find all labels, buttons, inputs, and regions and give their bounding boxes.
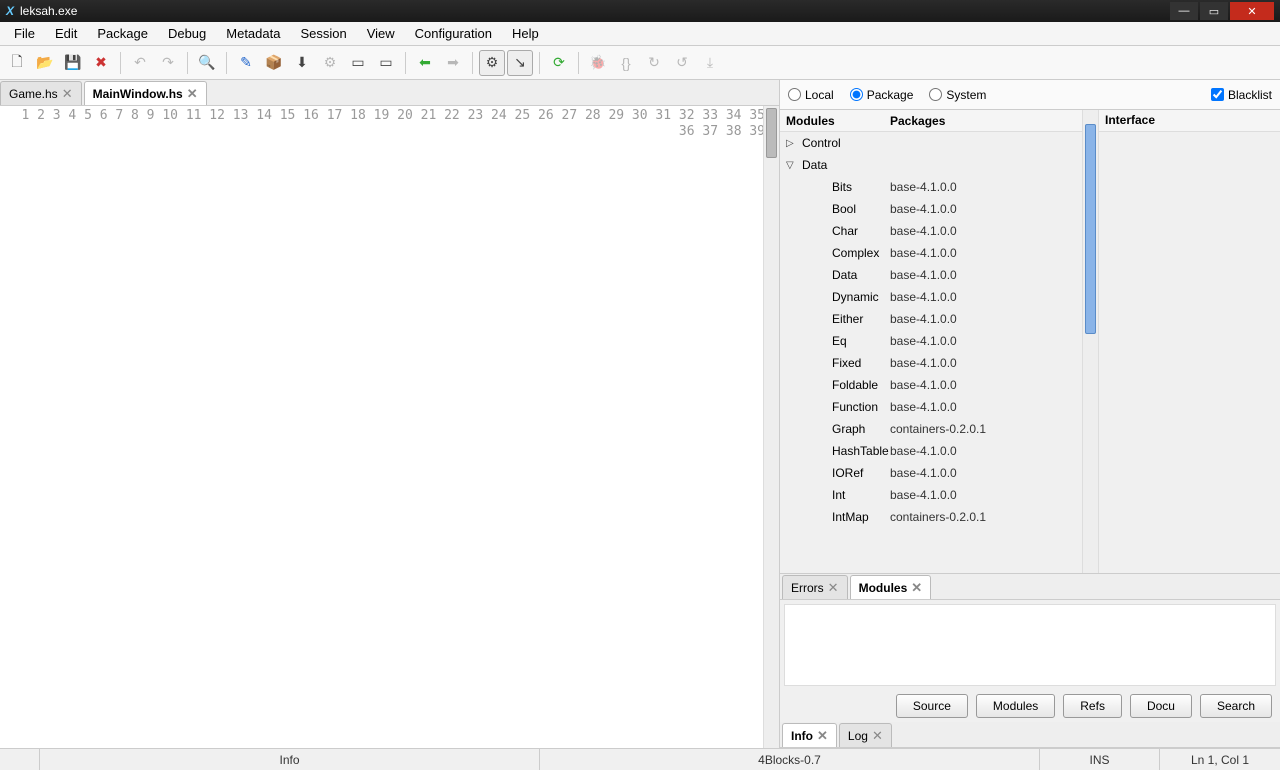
doc-icon[interactable]: ▭ bbox=[345, 50, 371, 76]
interface-column: Interface bbox=[1098, 110, 1280, 573]
tree-row[interactable]: Bitsbase-4.1.0.0 bbox=[780, 176, 1082, 198]
menu-file[interactable]: File bbox=[4, 24, 45, 43]
status-bar: Info 4Blocks-0.7 INS Ln 1, Col 1 bbox=[0, 748, 1280, 770]
gear2-icon[interactable]: ↘ bbox=[507, 50, 533, 76]
tab-log[interactable]: Log✕ bbox=[839, 723, 892, 747]
toolbar: 🗋 📂 💾 ✖ ↶ ↷ 🔍 ✎ 📦 ⬇ ⚙ ▭ ▭ ⬅ ➡ ⚙ ↘ ⟳ 🐞 {}… bbox=[0, 46, 1280, 80]
tree-row[interactable]: Foldablebase-4.1.0.0 bbox=[780, 374, 1082, 396]
menu-view[interactable]: View bbox=[357, 24, 405, 43]
minimize-button[interactable]: — bbox=[1170, 2, 1198, 20]
status-info: Info bbox=[40, 749, 540, 770]
undo-icon[interactable]: ↶ bbox=[127, 50, 153, 76]
config-icon[interactable]: ▭ bbox=[373, 50, 399, 76]
redo-icon[interactable]: ↷ bbox=[155, 50, 181, 76]
code-editor[interactable]: 1 2 3 4 5 6 7 8 9 10 11 12 13 14 15 16 1… bbox=[0, 106, 779, 748]
tree-row[interactable]: Database-4.1.0.0 bbox=[780, 264, 1082, 286]
tab-game[interactable]: Game.hs✕ bbox=[0, 81, 82, 105]
modules-button[interactable]: Modules bbox=[976, 694, 1055, 718]
clean-icon[interactable]: ✎ bbox=[233, 50, 259, 76]
info-panel bbox=[784, 604, 1276, 686]
close-icon[interactable]: ✕ bbox=[62, 86, 73, 102]
continue-icon[interactable]: ⤓ bbox=[697, 50, 723, 76]
stepout-icon[interactable]: ↺ bbox=[669, 50, 695, 76]
menu-debug[interactable]: Debug bbox=[158, 24, 216, 43]
tree-row[interactable]: HashTablebase-4.1.0.0 bbox=[780, 440, 1082, 462]
menu-help[interactable]: Help bbox=[502, 24, 549, 43]
tab-mainwindow[interactable]: MainWindow.hs✕ bbox=[84, 81, 207, 105]
tree-row[interactable]: IntMapcontainers-0.2.0.1 bbox=[780, 506, 1082, 528]
window-title: leksah.exe bbox=[20, 4, 77, 18]
module-tree[interactable]: ModulesPackages ▷Control▽DataBitsbase-4.… bbox=[780, 110, 1082, 573]
scope-system[interactable]: System bbox=[929, 88, 986, 102]
menu-metadata[interactable]: Metadata bbox=[216, 24, 290, 43]
tab-info[interactable]: Info✕ bbox=[782, 723, 837, 747]
tree-row[interactable]: Graphcontainers-0.2.0.1 bbox=[780, 418, 1082, 440]
source-button[interactable]: Source bbox=[896, 694, 968, 718]
close-icon[interactable]: ✕ bbox=[187, 86, 198, 102]
close-icon[interactable]: ✕ bbox=[872, 728, 883, 744]
tree-row[interactable]: ▽Data bbox=[780, 154, 1082, 176]
tab-errors[interactable]: Errors✕ bbox=[782, 575, 848, 599]
editor-tabs: Game.hs✕ MainWindow.hs✕ bbox=[0, 80, 779, 106]
package-icon[interactable]: 📦 bbox=[261, 50, 287, 76]
debug-icon[interactable]: 🐞 bbox=[585, 50, 611, 76]
gear1-icon[interactable]: ⚙ bbox=[479, 50, 505, 76]
build-icon[interactable]: ⬇ bbox=[289, 50, 315, 76]
tree-scrollbar[interactable] bbox=[1082, 110, 1098, 573]
blacklist-check[interactable]: Blacklist bbox=[1211, 88, 1272, 102]
refresh-icon[interactable]: ⟳ bbox=[546, 50, 572, 76]
docu-button[interactable]: Docu bbox=[1130, 694, 1192, 718]
scope-package[interactable]: Package bbox=[850, 88, 914, 102]
menu-edit[interactable]: Edit bbox=[45, 24, 87, 43]
close-button[interactable]: ✕ bbox=[1230, 2, 1274, 20]
tree-row[interactable]: Intbase-4.1.0.0 bbox=[780, 484, 1082, 506]
back-icon[interactable]: ⬅ bbox=[412, 50, 438, 76]
tree-row[interactable]: Boolbase-4.1.0.0 bbox=[780, 198, 1082, 220]
scope-local[interactable]: Local bbox=[788, 88, 834, 102]
status-position: Ln 1, Col 1 bbox=[1160, 749, 1280, 770]
close-icon[interactable]: ✕ bbox=[911, 580, 922, 596]
menu-package[interactable]: Package bbox=[87, 24, 158, 43]
status-ins: INS bbox=[1040, 749, 1160, 770]
close-icon[interactable]: ✕ bbox=[817, 728, 828, 744]
save-icon[interactable]: 💾 bbox=[60, 50, 86, 76]
menu-session[interactable]: Session bbox=[290, 24, 356, 43]
tree-row[interactable]: Eqbase-4.1.0.0 bbox=[780, 330, 1082, 352]
tree-row[interactable]: Eitherbase-4.1.0.0 bbox=[780, 308, 1082, 330]
search-icon[interactable]: 🔍 bbox=[194, 50, 220, 76]
tree-row[interactable]: Fixedbase-4.1.0.0 bbox=[780, 352, 1082, 374]
refs-button[interactable]: Refs bbox=[1063, 694, 1122, 718]
tree-row[interactable]: Functionbase-4.1.0.0 bbox=[780, 396, 1082, 418]
scope-filter: Local Package System Blacklist bbox=[780, 80, 1280, 110]
run-icon[interactable]: ⚙ bbox=[317, 50, 343, 76]
close-file-icon[interactable]: ✖ bbox=[88, 50, 114, 76]
step-icon[interactable]: {} bbox=[613, 50, 639, 76]
line-gutter: 1 2 3 4 5 6 7 8 9 10 11 12 13 14 15 16 1… bbox=[0, 106, 771, 748]
stepover-icon[interactable]: ↻ bbox=[641, 50, 667, 76]
tree-row[interactable]: IORefbase-4.1.0.0 bbox=[780, 462, 1082, 484]
editor-scrollbar[interactable] bbox=[763, 106, 779, 748]
title-bar: X leksah.exe — ▭ ✕ bbox=[0, 0, 1280, 22]
tree-row[interactable]: ▷Control bbox=[780, 132, 1082, 154]
tree-row[interactable]: Dynamicbase-4.1.0.0 bbox=[780, 286, 1082, 308]
maximize-button[interactable]: ▭ bbox=[1200, 2, 1228, 20]
menu-bar: File Edit Package Debug Metadata Session… bbox=[0, 22, 1280, 46]
status-package: 4Blocks-0.7 bbox=[540, 749, 1040, 770]
new-file-icon[interactable]: 🗋 bbox=[4, 50, 30, 76]
forward-icon[interactable]: ➡ bbox=[440, 50, 466, 76]
tab-modules[interactable]: Modules✕ bbox=[850, 575, 932, 599]
search-button[interactable]: Search bbox=[1200, 694, 1272, 718]
close-icon[interactable]: ✕ bbox=[828, 580, 839, 596]
tree-row[interactable]: Charbase-4.1.0.0 bbox=[780, 220, 1082, 242]
tree-row[interactable]: Complexbase-4.1.0.0 bbox=[780, 242, 1082, 264]
app-icon: X bbox=[6, 4, 14, 18]
open-file-icon[interactable]: 📂 bbox=[32, 50, 58, 76]
menu-configuration[interactable]: Configuration bbox=[405, 24, 502, 43]
